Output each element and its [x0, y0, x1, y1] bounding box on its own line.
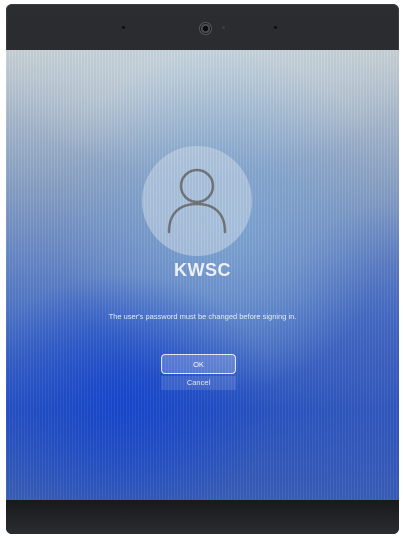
user-silhouette-icon	[167, 168, 227, 234]
ok-button[interactable]: OK	[161, 354, 236, 374]
webcam	[199, 22, 212, 35]
password-change-message: The user's password must be changed befo…	[108, 312, 297, 321]
sensor-dot-left	[122, 26, 125, 29]
sensor-dot-right	[274, 26, 277, 29]
cancel-button[interactable]: Cancel	[161, 376, 236, 390]
bezel-bottom	[6, 500, 399, 534]
sensor-dot-center	[222, 26, 225, 29]
photo-frame: KWSC The user's password must be changed…	[0, 0, 403, 538]
user-name: KWSC	[174, 260, 231, 280]
user-avatar	[142, 146, 252, 256]
lock-screen: KWSC The user's password must be changed…	[6, 50, 399, 500]
bezel-top	[6, 4, 399, 52]
